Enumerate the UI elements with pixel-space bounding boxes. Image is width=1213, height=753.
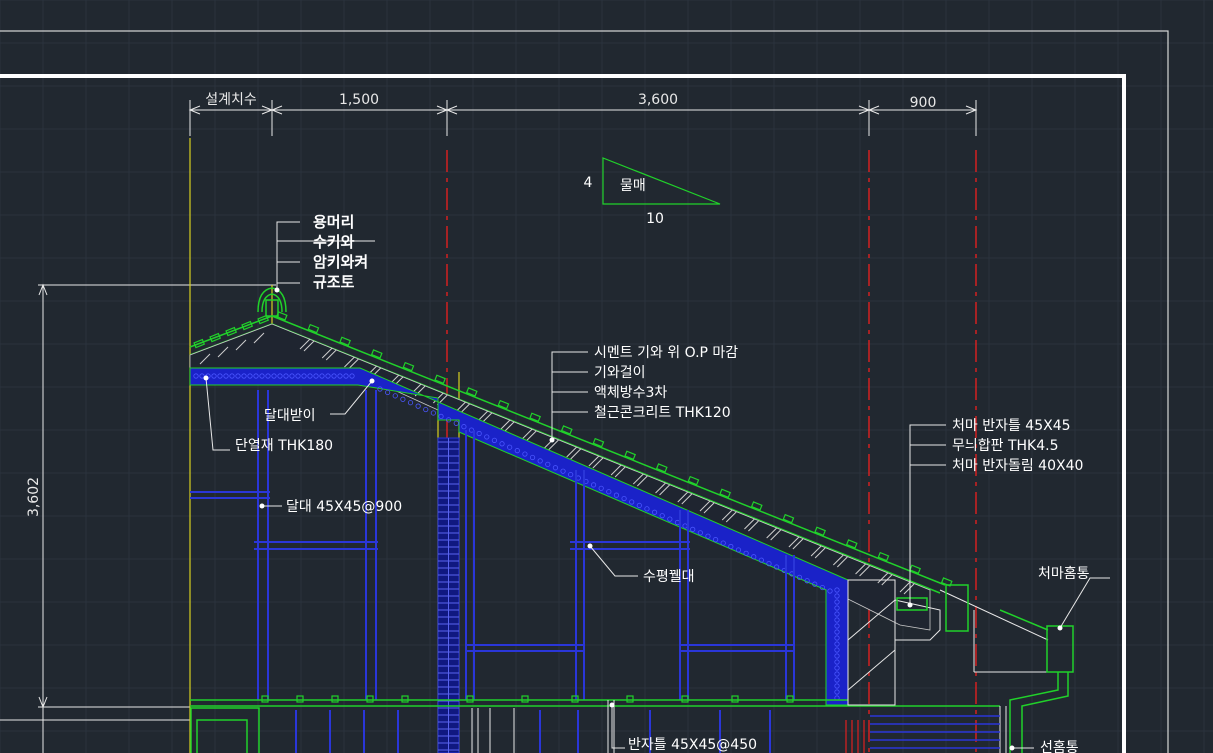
dim-height-label: 3,602 bbox=[26, 477, 42, 517]
roof-layer-2: 액체방수3차 bbox=[594, 385, 667, 401]
slope-label: 물매 bbox=[620, 178, 646, 194]
eave-green bbox=[896, 584, 1074, 753]
dim-1500-label: 1,500 bbox=[339, 92, 379, 108]
callout-horizontal: 수평꿸대 bbox=[643, 569, 695, 585]
callout-ceiling: 반자틀 45X45@450 bbox=[628, 737, 757, 753]
dim-design-label: 설계치수 bbox=[205, 92, 257, 108]
roof-layer-3: 철근콘크리트 THK120 bbox=[594, 405, 731, 421]
roof-layer-1: 기와걸이 bbox=[594, 365, 646, 381]
slope-rise: 4 bbox=[584, 175, 593, 191]
roof-section-drawing: 설계치수 1,500 3,600 900 3,602 4 물매 10 용머리 수… bbox=[0, 0, 1213, 753]
eave-label-0: 처마 반자틀 45X45 bbox=[952, 418, 1071, 434]
eave-red-hatch bbox=[845, 720, 865, 753]
dim-900-label: 900 bbox=[910, 95, 937, 111]
slope-run: 10 bbox=[646, 211, 664, 227]
top-dimension-chain bbox=[188, 100, 978, 136]
callout-dalda: 달대 45X45@900 bbox=[286, 499, 402, 515]
roof-layer-leaders bbox=[551, 351, 588, 440]
dim-3600-label: 3,600 bbox=[638, 92, 678, 108]
ridge-label-3: 규조토 bbox=[313, 273, 355, 291]
ridge-label-1: 수키와 bbox=[313, 233, 355, 251]
eave-ceiling-lines bbox=[870, 715, 1000, 749]
callout-downspout: 선홈통 bbox=[1040, 740, 1079, 753]
ceiling-clips bbox=[261, 695, 794, 703]
callout-gutter: 처마홈통 bbox=[1038, 566, 1090, 582]
callout-insulation: 단열재 THK180 bbox=[235, 438, 333, 454]
callout-dalbat: 달대받이 bbox=[264, 408, 316, 424]
ridge-label-2: 암키와켜 bbox=[313, 253, 368, 271]
roof-layer-0: 시멘트 기와 위 O.P 마감 bbox=[594, 345, 738, 361]
eave-label-2: 처마 반자돌림 40X40 bbox=[952, 458, 1083, 474]
eave-label-1: 무늬합판 THK4.5 bbox=[952, 438, 1059, 454]
white-ceiling-joists bbox=[471, 700, 615, 753]
ridge-label-0: 용머리 bbox=[313, 213, 354, 231]
cad-drawing-viewport[interactable]: 설계치수 1,500 3,600 900 3,602 4 물매 10 용머리 수… bbox=[0, 0, 1213, 753]
